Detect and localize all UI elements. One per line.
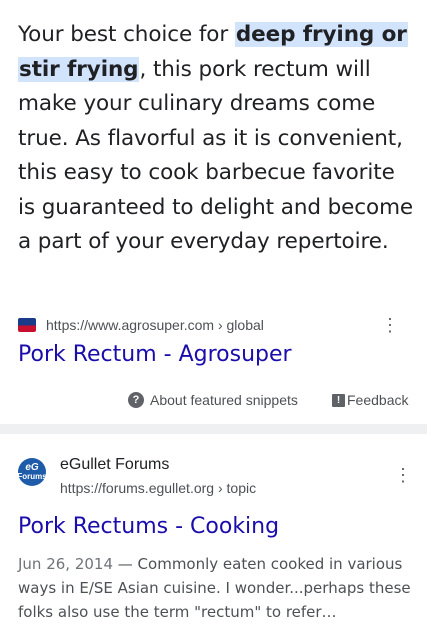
snippet-text-before: Your best choice for — [18, 22, 235, 47]
search-result-card: eG Forums eGullet Forums https://forums.… — [0, 434, 427, 640]
result-date: Jun 26, 2014 — [18, 555, 114, 573]
feedback-button[interactable]: ! Feedback — [332, 389, 408, 411]
result-title[interactable]: Pork Rectums - Cooking — [18, 514, 279, 539]
agrosuper-logo-icon — [18, 318, 36, 332]
help-icon: ? — [128, 392, 144, 408]
result-site-name[interactable]: eGullet Forums — [60, 456, 169, 474]
snippet-source-url[interactable]: https://www.agrosuper.com › global — [46, 317, 264, 333]
about-featured-snippets-label: About featured snippets — [150, 392, 298, 408]
snippet-highlight-2: stir frying — [18, 56, 140, 82]
feedback-icon: ! — [332, 393, 345, 407]
snippet-source-row[interactable]: https://www.agrosuper.com › global ⋮ — [18, 314, 414, 336]
about-featured-snippets-link[interactable]: ? About featured snippets — [128, 389, 298, 411]
result-site-url[interactable]: https://forums.egullet.org › topic — [60, 480, 256, 496]
featured-snippet-text: Your best choice for deep frying or stir… — [18, 18, 414, 260]
snippet-text-after: , this pork rectum will make your culina… — [18, 56, 414, 255]
more-vert-icon[interactable]: ⋮ — [393, 464, 413, 486]
featured-snippet-card: Your best choice for deep frying or stir… — [0, 0, 427, 424]
snippet-result-title[interactable]: Pork Rectum - Agrosuper — [18, 342, 292, 367]
result-divider — [0, 424, 427, 434]
egullet-logo-icon: eG Forums — [17, 458, 47, 486]
result-snippet: Jun 26, 2014 — Commonly eaten cooked in … — [18, 552, 414, 624]
feedback-label: Feedback — [347, 392, 409, 408]
snippet-highlight-1: deep frying or — [234, 22, 408, 47]
more-vert-icon[interactable]: ⋮ — [380, 314, 400, 336]
